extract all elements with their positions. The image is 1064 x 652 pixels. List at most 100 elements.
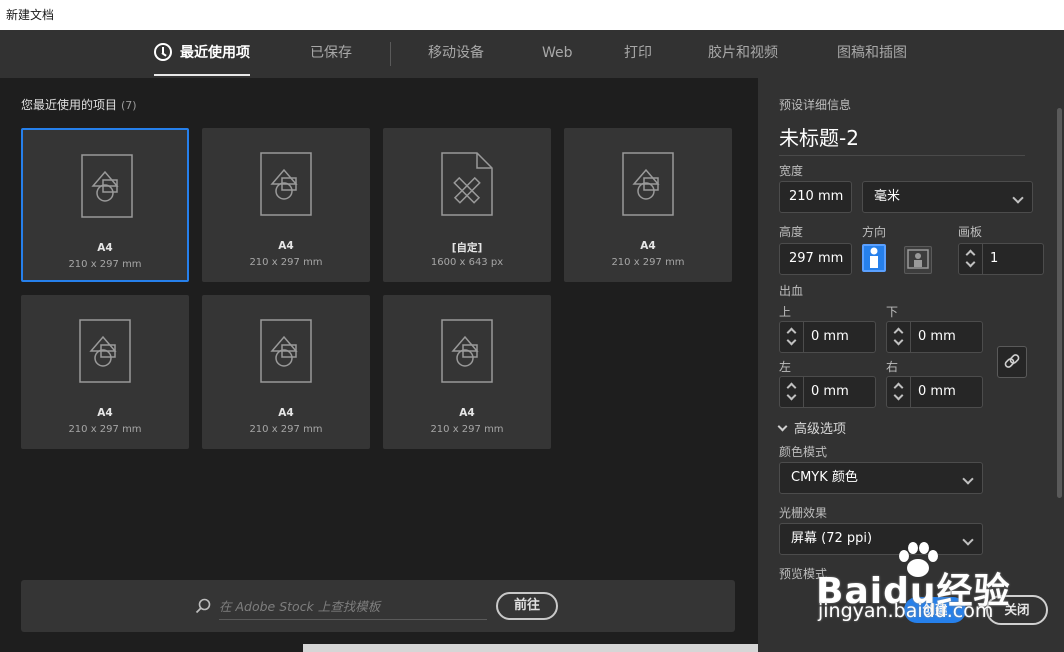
card-name: [自定] (451, 242, 483, 254)
bleed-top-field[interactable]: 0 mm (779, 321, 876, 353)
raster-effects-value: 屏幕 (72 ppi) (791, 531, 873, 546)
recent-card[interactable]: A4 210 x 297 mm (383, 295, 551, 449)
recent-card[interactable]: A4 210 x 297 mm (21, 128, 189, 282)
preview-mode-label: 预览模式 (779, 567, 828, 581)
artboards-stepper[interactable] (959, 244, 983, 274)
bleed-left-field[interactable]: 0 mm (779, 376, 876, 408)
height-field[interactable]: 297 mm (779, 243, 852, 275)
color-mode-value: CMYK 颜色 (791, 470, 858, 485)
bleed-bottom-value: 0 mm (918, 329, 956, 344)
tab-recent-label: 最近使用项 (180, 45, 250, 61)
card-name: A4 (97, 407, 113, 419)
tab-art-illustration[interactable]: 图稿和插图 (837, 30, 907, 78)
artboards-value: 1 (990, 251, 999, 266)
width-field[interactable]: 210 mm (779, 181, 852, 213)
landscape-orientation-button[interactable] (904, 246, 932, 274)
card-size: 210 x 297 mm (68, 259, 142, 270)
document-name-field[interactable]: 未标题-2 (779, 122, 1025, 156)
advanced-options-label: 高级选项 (794, 422, 847, 437)
tab-print[interactable]: 打印 (624, 30, 652, 78)
landscape-person-icon (907, 249, 929, 269)
orientation-label: 方向 (862, 225, 887, 239)
stock-search-input[interactable] (219, 594, 487, 620)
bleed-left-value: 0 mm (811, 384, 849, 399)
recent-count: (7) (121, 99, 137, 112)
card-size: 210 x 297 mm (430, 424, 504, 435)
artboards-label: 画板 (958, 225, 983, 239)
bleed-bottom-label: 下 (886, 305, 899, 319)
go-button[interactable]: 前往 (496, 592, 558, 620)
bleed-top-value: 0 mm (811, 329, 849, 344)
preset-details-panel: 预设详细信息 未标题-2 宽度 210 mm 毫米 高度 297 mm 方向 画… (758, 78, 1064, 652)
chevron-down-icon (962, 473, 974, 485)
document-shapes-icon (260, 152, 312, 216)
document-shapes-icon (81, 154, 133, 218)
bleed-right-stepper[interactable] (887, 377, 911, 407)
card-size: 210 x 297 mm (611, 257, 685, 268)
tab-web[interactable]: Web (542, 30, 573, 78)
window-title: 新建文档 (0, 0, 1064, 30)
bleed-right-field[interactable]: 0 mm (886, 376, 983, 408)
recent-card[interactable]: A4 210 x 297 mm (202, 295, 370, 449)
recent-card[interactable]: A4 210 x 297 mm (21, 295, 189, 449)
bleed-label: 出血 (779, 284, 804, 298)
stock-search-bar: 前往 (21, 580, 735, 632)
bleed-top-stepper[interactable] (780, 322, 804, 352)
create-button[interactable]: 创建 (904, 597, 966, 623)
chevron-down-icon (777, 421, 788, 432)
recent-header: 您最近使用的项目 (7) (21, 96, 137, 113)
tab-separator (390, 42, 391, 66)
document-shapes-icon (622, 152, 674, 216)
preset-section-label: 预设详细信息 (779, 98, 852, 112)
bleed-left-stepper[interactable] (780, 377, 804, 407)
bleed-bottom-field[interactable]: 0 mm (886, 321, 983, 353)
stepper-down-icon[interactable] (893, 390, 904, 401)
tab-mobile[interactable]: 移动设备 (428, 30, 484, 78)
close-button[interactable]: 关闭 (986, 595, 1048, 625)
card-name: A4 (459, 407, 475, 419)
stepper-down-icon[interactable] (893, 335, 904, 346)
custom-document-icon (441, 152, 493, 216)
tab-bar: 最近使用项 已保存 移动设备 Web 打印 胶片和视频 图稿和插图 (0, 30, 1064, 78)
card-name: A4 (97, 242, 113, 254)
portrait-orientation-button[interactable] (862, 244, 886, 272)
card-size: 210 x 297 mm (68, 424, 142, 435)
tab-saved[interactable]: 已保存 (310, 30, 352, 78)
stepper-down-icon[interactable] (965, 257, 976, 268)
bleed-bottom-stepper[interactable] (887, 322, 911, 352)
recent-card[interactable]: A4 210 x 297 mm (202, 128, 370, 282)
panel-scrollbar[interactable] (1057, 108, 1062, 498)
link-icon (1004, 354, 1020, 368)
recent-header-label: 您最近使用的项目 (21, 98, 118, 112)
document-shapes-icon (260, 319, 312, 383)
unit-select-value: 毫米 (874, 189, 901, 204)
search-icon (195, 598, 211, 614)
clock-icon (154, 43, 172, 61)
document-shapes-icon (441, 319, 493, 383)
stepper-down-icon[interactable] (786, 390, 797, 401)
portrait-person-icon (870, 247, 878, 268)
width-label: 宽度 (779, 164, 804, 178)
chevron-down-icon (1012, 192, 1024, 204)
bleed-left-label: 左 (779, 360, 792, 374)
link-bleed-button[interactable] (997, 346, 1027, 378)
bleed-top-label: 上 (779, 305, 792, 319)
tab-film-video[interactable]: 胶片和视频 (708, 30, 778, 78)
card-name: A4 (278, 407, 294, 419)
unit-select[interactable]: 毫米 (862, 181, 1033, 213)
tab-recent[interactable]: 最近使用项 (154, 30, 250, 78)
recent-card[interactable]: A4 210 x 297 mm (564, 128, 732, 282)
height-label: 高度 (779, 225, 804, 239)
card-size: 210 x 297 mm (249, 424, 323, 435)
stepper-down-icon[interactable] (786, 335, 797, 346)
raster-effects-select[interactable]: 屏幕 (72 ppi) (779, 523, 983, 555)
bleed-right-label: 右 (886, 360, 899, 374)
recent-card[interactable]: [自定] 1600 x 643 px (383, 128, 551, 282)
chevron-down-icon (962, 534, 974, 546)
recent-pane: 您最近使用的项目 (7) A4 210 x 297 mm A4 210 x 297… (0, 78, 758, 652)
artboards-field[interactable]: 1 (958, 243, 1044, 275)
card-name: A4 (640, 240, 656, 252)
advanced-options-toggle[interactable]: 高级选项 (777, 418, 847, 437)
color-mode-select[interactable]: CMYK 颜色 (779, 462, 983, 494)
bottom-strip (303, 644, 758, 652)
